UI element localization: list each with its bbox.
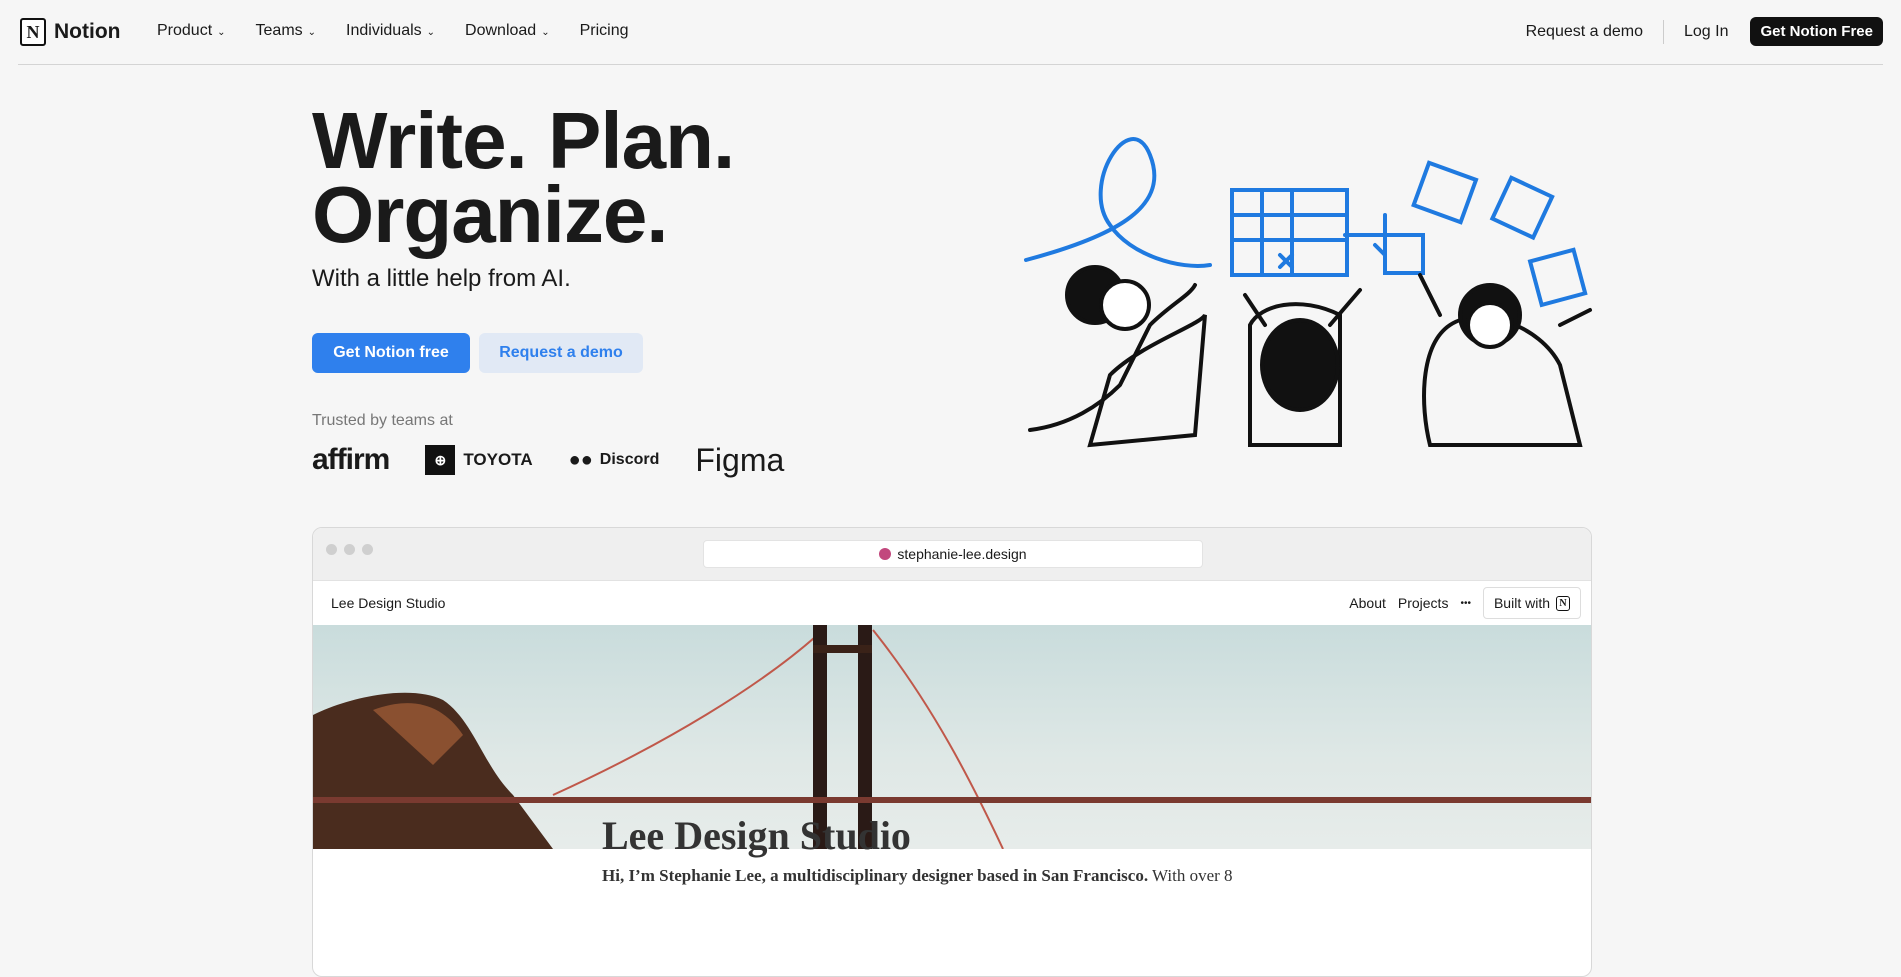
website-mockup: stephanie-lee.design Lee Design Studio A… bbox=[312, 527, 1592, 977]
affirm-logo: affirm bbox=[312, 443, 390, 476]
nav-individuals[interactable]: Individuals ⌄ bbox=[346, 22, 435, 40]
bridge-image bbox=[313, 625, 1591, 849]
toyota-logo: ⊕ TOYOTA bbox=[425, 445, 533, 475]
site-favicon-icon bbox=[879, 548, 892, 560]
chevron-down-icon: ⌄ bbox=[426, 27, 436, 38]
nav-product[interactable]: Product ⌄ bbox=[157, 22, 226, 40]
browser-toolbar: stephanie-lee.design bbox=[313, 528, 1591, 581]
window-dot-icon bbox=[344, 544, 355, 555]
figma-logo: Figma bbox=[695, 441, 785, 478]
divider bbox=[1663, 19, 1664, 44]
trusted-label: Trusted by teams at bbox=[312, 412, 453, 429]
get-notion-free-hero-button[interactable]: Get Notion free bbox=[312, 333, 470, 373]
notion-logo[interactable]: N Notion bbox=[20, 18, 120, 46]
site-nav: Lee Design Studio About Projects ••• Bui… bbox=[313, 581, 1591, 625]
discord-logo: ●● Discord bbox=[568, 448, 660, 471]
top-nav: N Notion Product ⌄ Teams ⌄ Individuals ⌄ Dow… bbox=[0, 0, 1901, 65]
built-with-badge: Built with N bbox=[1482, 587, 1581, 619]
site-intro: Hi, I’m Stephanie Lee, a multidisciplina… bbox=[602, 866, 1233, 885]
chevron-down-icon: ⌄ bbox=[217, 27, 226, 38]
nav-pricing[interactable]: Pricing bbox=[580, 22, 629, 40]
customer-logos: affirm ⊕ TOYOTA ●● Discord Figma bbox=[312, 440, 784, 480]
nav-download[interactable]: Download ⌄ bbox=[465, 22, 550, 40]
window-dot-icon bbox=[362, 544, 373, 555]
request-demo-link[interactable]: Request a demo bbox=[1526, 23, 1643, 41]
url-bar: stephanie-lee.design bbox=[703, 540, 1203, 568]
chevron-down-icon: ⌄ bbox=[541, 27, 550, 38]
nav-divider bbox=[18, 64, 1883, 65]
get-notion-free-button[interactable]: Get Notion Free bbox=[1750, 17, 1883, 46]
site-page-title: Lee Design Studio bbox=[602, 813, 911, 858]
request-demo-hero-button[interactable]: Request a demo bbox=[479, 333, 643, 373]
more-icon: ••• bbox=[1460, 597, 1471, 609]
nav-teams[interactable]: Teams ⌄ bbox=[256, 22, 317, 40]
window-dot-icon bbox=[326, 544, 337, 555]
site-nav-about: About bbox=[1349, 595, 1386, 611]
site-title: Lee Design Studio bbox=[331, 595, 446, 611]
brand-name: Notion bbox=[54, 20, 121, 43]
hero-illustration bbox=[1024, 137, 1592, 448]
chevron-down-icon: ⌄ bbox=[307, 27, 317, 38]
login-link[interactable]: Log In bbox=[1684, 23, 1728, 41]
hero-title: Write. Plan. Organize. bbox=[312, 96, 735, 259]
site-nav-projects: Projects bbox=[1397, 595, 1449, 611]
notion-logo-icon: N bbox=[1556, 595, 1570, 611]
hero-subtitle: With a little help from AI. bbox=[312, 265, 571, 292]
notion-logo-icon: N bbox=[20, 18, 46, 46]
